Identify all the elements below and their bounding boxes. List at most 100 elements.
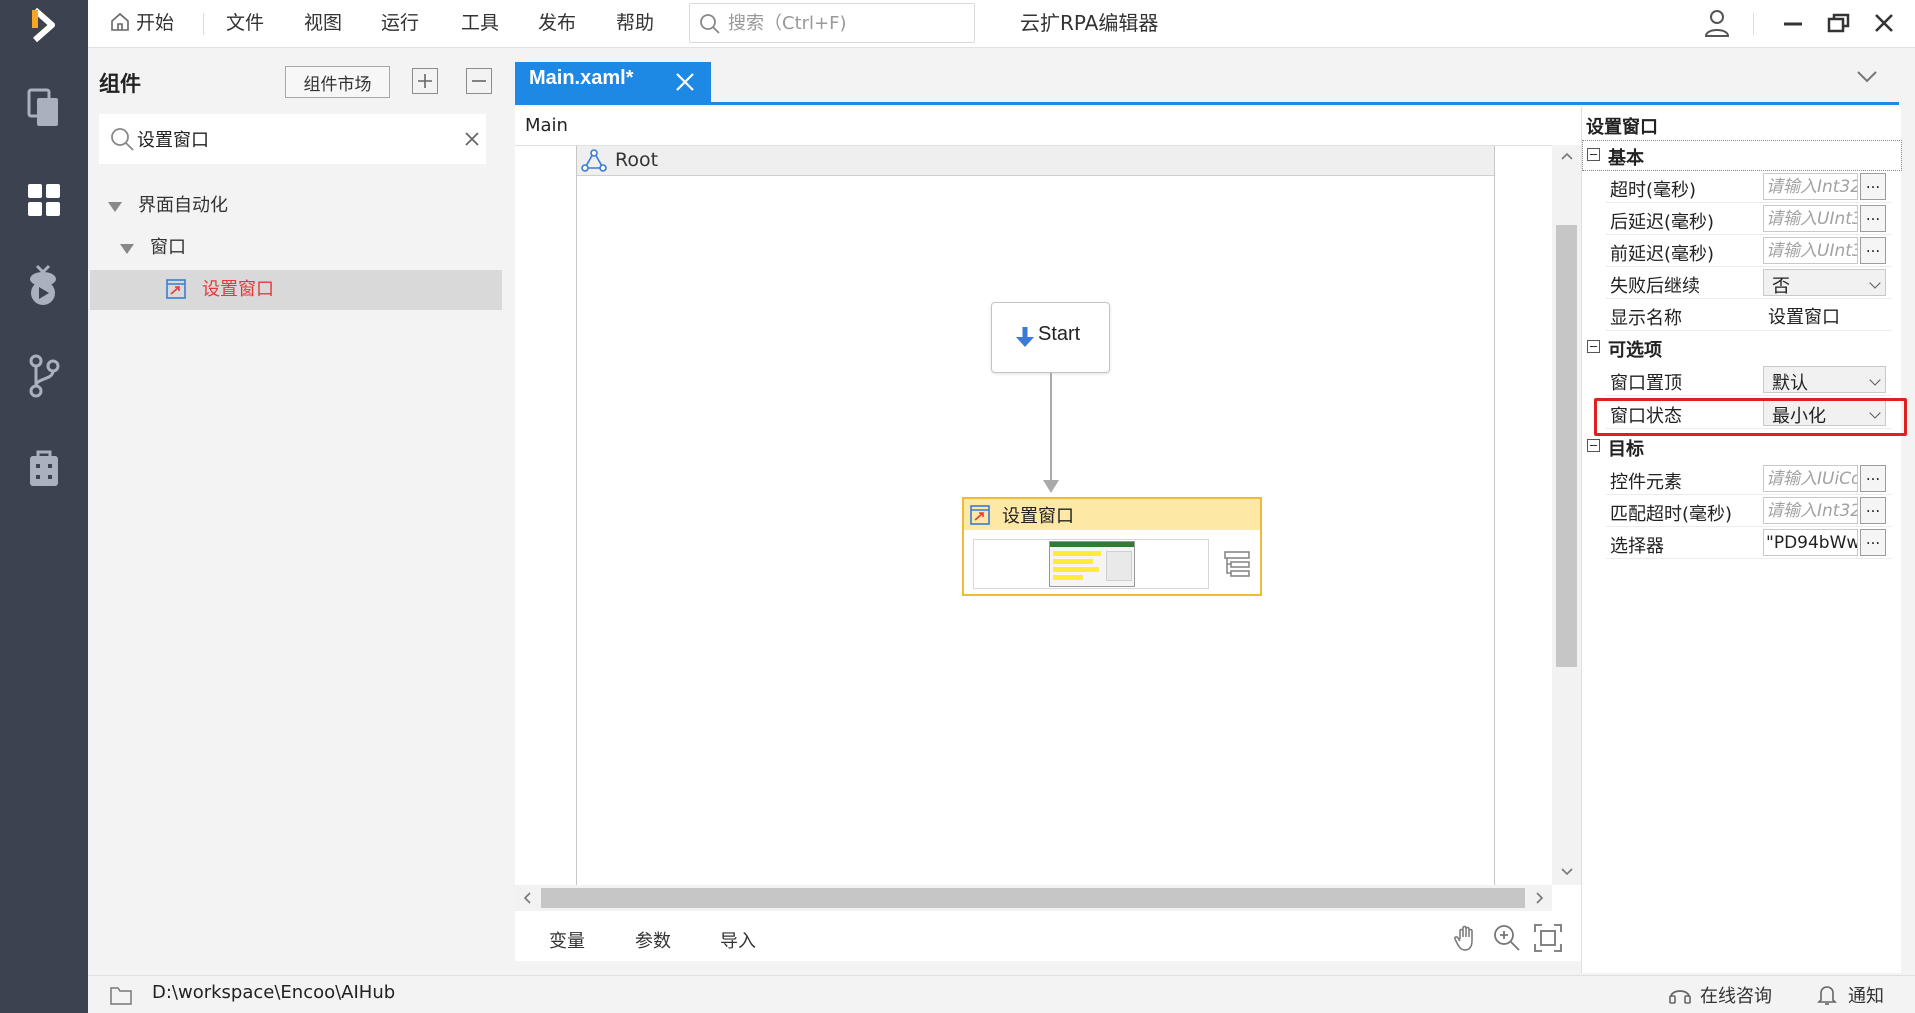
- tab-close-icon[interactable]: [673, 70, 697, 94]
- global-search[interactable]: [689, 3, 975, 43]
- caret-down-icon[interactable]: [108, 202, 122, 212]
- section-basic[interactable]: 基本: [1582, 140, 1902, 171]
- online-consult-link[interactable]: 在线咨询: [1700, 982, 1772, 1008]
- menu-tools[interactable]: 工具: [461, 0, 499, 46]
- chevron-down-icon[interactable]: [1856, 70, 1878, 84]
- set-window-activity[interactable]: 设置窗口: [962, 497, 1262, 596]
- collapse-box-icon[interactable]: [1587, 439, 1600, 452]
- tree-item-window[interactable]: 窗口: [88, 228, 502, 268]
- prop-value-box[interactable]: [1763, 529, 1858, 556]
- expression-button[interactable]: ...: [1860, 237, 1886, 264]
- set-window-icon: [166, 279, 186, 299]
- indicate-target-icon[interactable]: [1222, 549, 1252, 579]
- menu-file[interactable]: 文件: [226, 0, 264, 46]
- tab-imports[interactable]: 导入: [720, 927, 756, 953]
- clear-search-icon[interactable]: [464, 131, 480, 147]
- component-search-input[interactable]: [137, 126, 437, 152]
- component-market-button[interactable]: 组件市场: [285, 66, 390, 98]
- expand-all-icon[interactable]: [412, 68, 438, 94]
- selector-input[interactable]: [1766, 532, 1857, 554]
- zoom-in-icon[interactable]: [1492, 923, 1522, 953]
- menu-publish[interactable]: 发布: [538, 0, 576, 46]
- activity-header[interactable]: 设置窗口: [964, 499, 1260, 530]
- horizontal-scrollbar[interactable]: [515, 885, 1552, 911]
- menu-view[interactable]: 视图: [304, 0, 342, 46]
- vertical-scrollbar[interactable]: [1552, 145, 1581, 885]
- scroll-left-icon[interactable]: [522, 891, 532, 905]
- components-icon[interactable]: [20, 176, 68, 224]
- bell-icon: [1817, 986, 1837, 1005]
- tree-item-set-window[interactable]: 设置窗口: [90, 270, 502, 310]
- minimize-icon[interactable]: [1775, 6, 1811, 40]
- tab-variables[interactable]: 变量: [549, 927, 585, 953]
- prop-label: 失败后继续: [1610, 276, 1700, 297]
- menu-home[interactable]: 开始: [110, 0, 174, 46]
- expression-button[interactable]: ...: [1860, 529, 1886, 556]
- root-header[interactable]: Root: [577, 146, 1494, 176]
- collapse-all-icon[interactable]: [466, 68, 492, 94]
- continue-on-error-select[interactable]: 否: [1763, 269, 1886, 297]
- hand-pan-icon[interactable]: [1452, 923, 1482, 953]
- expression-button[interactable]: ...: [1860, 205, 1886, 232]
- vertical-scroll-thumb[interactable]: [1556, 225, 1577, 667]
- files-icon[interactable]: [20, 84, 68, 132]
- menu-run[interactable]: 运行: [381, 0, 419, 46]
- scroll-down-icon[interactable]: [1560, 867, 1574, 877]
- window-topmost-select[interactable]: 默认: [1763, 366, 1886, 394]
- close-icon[interactable]: [1866, 6, 1902, 40]
- expression-button[interactable]: ...: [1860, 173, 1886, 200]
- activity-label: 设置窗口: [1002, 506, 1074, 527]
- root-sequence[interactable]: Root Start 设置窗口: [576, 146, 1495, 886]
- package-icon[interactable]: [20, 444, 68, 492]
- start-label: Start: [1038, 323, 1081, 345]
- delay-before-input[interactable]: [1766, 240, 1857, 262]
- scroll-right-icon[interactable]: [1535, 891, 1545, 905]
- timeout-input[interactable]: [1766, 176, 1857, 198]
- restore-icon[interactable]: [1821, 6, 1857, 40]
- prop-value-box[interactable]: [1763, 497, 1858, 524]
- window-divider: [1753, 13, 1754, 35]
- highlight-box: [1594, 398, 1907, 436]
- designer-canvas[interactable]: Root Start 设置窗口: [515, 145, 1581, 886]
- top-bar: 开始 文件 视图 运行 工具 发布 帮助 云扩RPA编辑器: [88, 0, 1915, 48]
- workspace-path[interactable]: D:\workspace\Encoo\AIHub: [152, 982, 395, 1003]
- tree-item-label: 设置窗口: [202, 279, 274, 300]
- match-timeout-input[interactable]: [1766, 500, 1857, 522]
- prop-value-box[interactable]: [1763, 205, 1858, 232]
- expression-button[interactable]: ...: [1860, 497, 1886, 524]
- start-node[interactable]: Start: [991, 302, 1110, 373]
- tab-main-xaml[interactable]: Main.xaml*: [515, 62, 711, 103]
- collapse-box-icon[interactable]: [1587, 148, 1600, 161]
- flow-connector: [1050, 373, 1052, 483]
- component-search[interactable]: [99, 114, 486, 164]
- prop-label: 显示名称: [1610, 308, 1682, 329]
- caret-down-icon[interactable]: [120, 244, 134, 254]
- tab-arguments[interactable]: 参数: [635, 927, 671, 953]
- tree-item-ui-automation[interactable]: 界面自动化: [88, 186, 502, 226]
- designer-bottom-tabs: 变量 参数 导入: [515, 911, 1581, 961]
- collapse-box-icon[interactable]: [1587, 340, 1600, 353]
- debug-run-icon[interactable]: [20, 260, 68, 308]
- target-preview[interactable]: [973, 539, 1209, 589]
- global-search-input[interactable]: [728, 10, 968, 36]
- prop-value-box[interactable]: [1763, 173, 1858, 200]
- prop-timeout: 超时(毫秒) ...: [1606, 171, 1892, 203]
- delay-after-input[interactable]: [1766, 208, 1857, 230]
- section-optional[interactable]: 可选项: [1582, 332, 1902, 363]
- notifications-link[interactable]: 通知: [1848, 982, 1884, 1008]
- editor-tab-bar: Main.xaml*: [510, 48, 1915, 105]
- section-label: 可选项: [1608, 340, 1662, 361]
- fit-screen-icon[interactable]: [1533, 923, 1563, 953]
- display-name-value[interactable]: 设置窗口: [1768, 303, 1840, 329]
- horizontal-scroll-thumb[interactable]: [541, 888, 1525, 908]
- user-icon[interactable]: [1699, 6, 1735, 40]
- breadcrumb[interactable]: Main: [525, 115, 568, 136]
- branch-icon[interactable]: [20, 352, 68, 400]
- scroll-up-icon[interactable]: [1560, 151, 1574, 161]
- prop-value-box[interactable]: [1763, 465, 1858, 492]
- search-icon: [111, 128, 134, 151]
- expression-button[interactable]: ...: [1860, 465, 1886, 492]
- prop-value-box[interactable]: [1763, 237, 1858, 264]
- control-element-input[interactable]: [1766, 468, 1857, 490]
- menu-help[interactable]: 帮助: [616, 0, 654, 46]
